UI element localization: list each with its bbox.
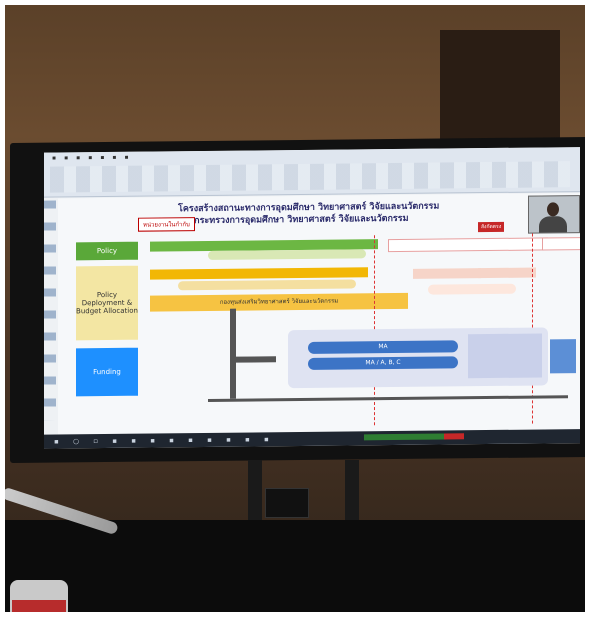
pink-box-2	[478, 267, 536, 279]
connector-arrow	[236, 356, 276, 363]
connector-horizontal	[208, 395, 568, 402]
slide: โครงสร้างสถานะทางการอุดมศึกษา วิทยาศาสตร…	[58, 193, 580, 435]
deployment-sub-bar	[178, 279, 356, 291]
right-box-2	[542, 237, 580, 251]
webcam-thumbnail	[528, 195, 580, 234]
device-box	[265, 488, 309, 518]
tv-monitor: ▪ ▪ ▪ ▪ ▪ ▪ ▪ โครงสร้างสถานะทางการอุดมศึกษา วิ…	[10, 136, 590, 464]
pink-box-3	[428, 283, 516, 295]
deployment-bar	[150, 267, 368, 280]
policy-sub-bar	[208, 249, 366, 260]
row-label-policy: Policy	[76, 241, 138, 261]
drink-can-label	[12, 600, 66, 617]
photo: ▪ ▪ ▪ ▪ ▪ ▪ ▪ โครงสร้างสถานะทางการอุดมศึกษา วิ…	[0, 0, 590, 617]
funding-cube	[550, 339, 576, 374]
row-label-funding: Funding	[76, 347, 138, 397]
screen: ▪ ▪ ▪ ▪ ▪ ▪ ▪ โครงสร้างสถานะทางการอุดมศึกษา วิ…	[44, 147, 580, 449]
slide-title-line2: และกระทรวงการอุดมศึกษา วิทยาศาสตร์ วิจัย…	[178, 213, 409, 227]
oval-ma-abc: MA / A, B, C	[308, 356, 458, 370]
row-label-deployment: Policy Deployment & Budget Allocation	[76, 265, 138, 341]
ribbon-tabs: ▪ ▪ ▪ ▪ ▪ ▪ ▪	[52, 153, 129, 162]
table-surface	[0, 520, 590, 617]
ribbon-tools	[50, 161, 570, 193]
connector-vertical	[230, 308, 236, 399]
ribbon: ▪ ▪ ▪ ▪ ▪ ▪ ▪	[44, 147, 580, 198]
pink-box-1	[413, 268, 481, 279]
status-bar-green	[364, 433, 444, 441]
taskbar-icons: ▪ ○ ▫ ▪ ▪ ▪ ▪ ▪ ▪ ▪ ▪ ▪	[54, 435, 275, 446]
left-toolbar	[44, 200, 56, 421]
tag-left: หน่วยงานในกำกับ	[138, 217, 195, 232]
status-bar-red	[444, 433, 464, 440]
tag-right: สังกัดตรง	[478, 221, 505, 233]
funding-right-box	[468, 333, 542, 379]
oval-ma: MA	[308, 340, 458, 354]
center-bar: กองทุนส่งเสริมวิทยาศาสตร์ วิจัยและนวัตกร…	[150, 292, 408, 312]
right-box-1	[388, 237, 548, 253]
